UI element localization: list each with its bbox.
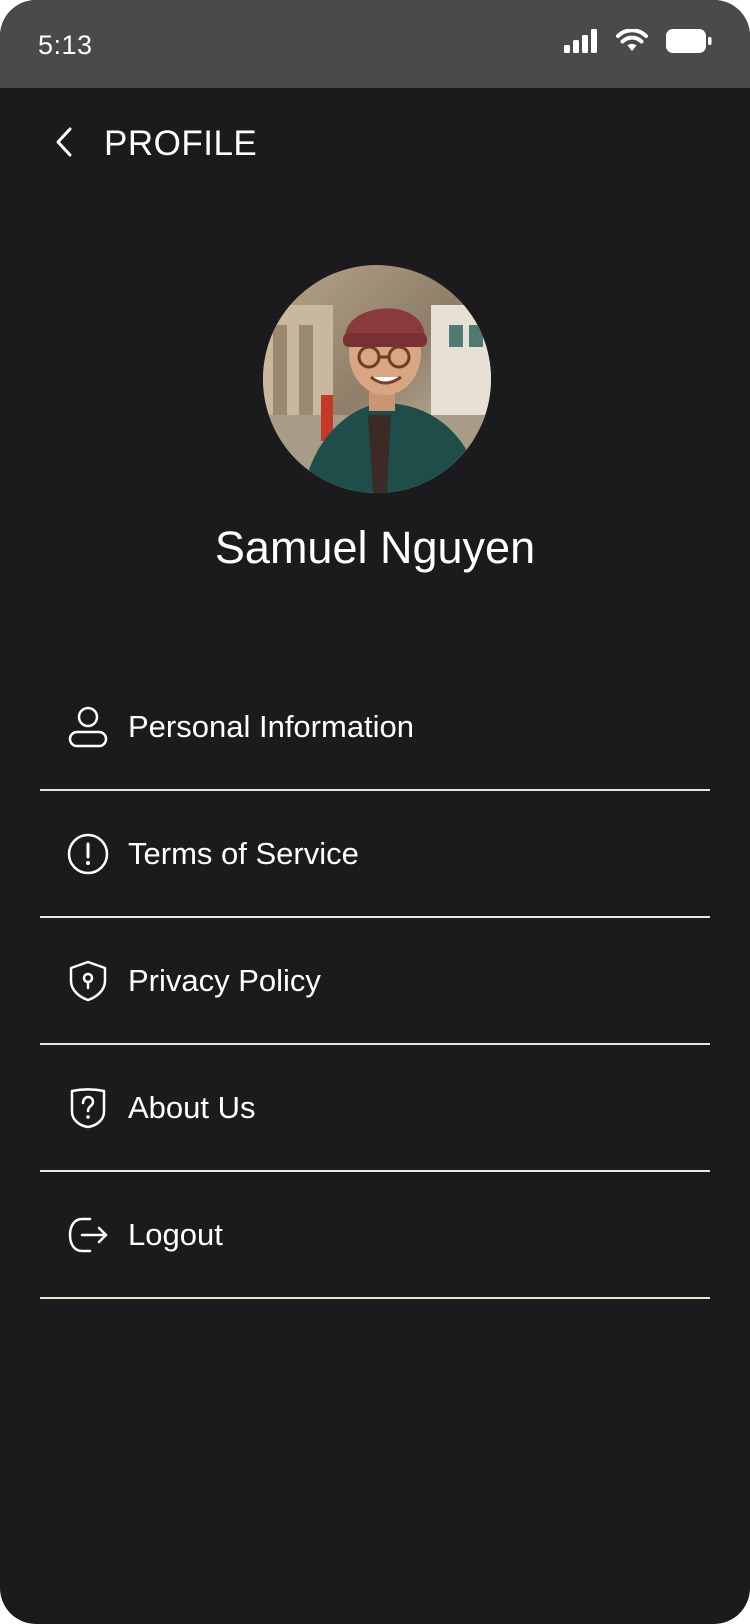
shield-question-icon bbox=[66, 1086, 110, 1130]
menu-item-label: Personal Information bbox=[128, 708, 415, 744]
battery-icon bbox=[666, 28, 712, 59]
status-bar: 5:13 bbox=[0, 0, 750, 88]
alert-circle-icon bbox=[66, 832, 110, 876]
avatar bbox=[263, 265, 491, 493]
menu-item-terms-of-service[interactable]: Terms of Service bbox=[40, 791, 710, 918]
menu-item-label: Terms of Service bbox=[128, 835, 359, 871]
page-title: PROFILE bbox=[104, 124, 258, 163]
wifi-icon bbox=[616, 27, 648, 58]
profile-menu: Personal Information Terms of Service Pr… bbox=[40, 664, 710, 1299]
user-icon bbox=[66, 705, 110, 749]
menu-item-personal-information[interactable]: Personal Information bbox=[40, 664, 710, 791]
menu-item-label: Logout bbox=[128, 1216, 223, 1252]
phone-screen: 5:13 PROFILE Samuel Nguyen Personal Info… bbox=[0, 0, 750, 1624]
shield-lock-icon bbox=[66, 959, 110, 1003]
menu-item-about-us[interactable]: About Us bbox=[40, 1045, 710, 1172]
menu-item-logout[interactable]: Logout bbox=[40, 1172, 710, 1299]
chevron-left-icon bbox=[52, 125, 76, 164]
menu-item-label: Privacy Policy bbox=[128, 962, 321, 998]
status-time: 5:13 bbox=[38, 30, 93, 60]
user-name: Samuel Nguyen bbox=[214, 522, 536, 573]
menu-item-label: About Us bbox=[128, 1089, 256, 1125]
status-icons bbox=[564, 27, 712, 59]
header: PROFILE bbox=[0, 88, 750, 202]
menu-item-privacy-policy[interactable]: Privacy Policy bbox=[40, 918, 710, 1045]
cellular-signal-icon bbox=[564, 28, 598, 58]
back-button[interactable] bbox=[40, 120, 88, 168]
logout-icon bbox=[66, 1213, 110, 1257]
